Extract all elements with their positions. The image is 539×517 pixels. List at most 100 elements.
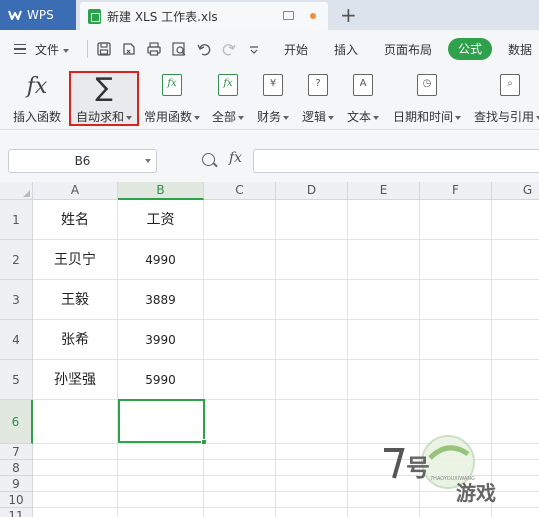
spreadsheet-grid[interactable]: A B C D E F G 1 2 3 4 5 6 7 8 9 10 11 姓名… (0, 182, 539, 517)
cell-a3[interactable]: 王毅 (33, 280, 118, 320)
cell-e2[interactable] (348, 240, 420, 280)
menu-tab-data[interactable]: 数据 (508, 41, 532, 58)
cell-c8[interactable] (204, 460, 276, 476)
cell-f1[interactable] (420, 200, 492, 240)
cell-d11[interactable] (276, 508, 348, 517)
cell-d8[interactable] (276, 460, 348, 476)
cell-d2[interactable] (276, 240, 348, 280)
chevron-down-icon[interactable] (145, 159, 151, 163)
cell-g1[interactable] (492, 200, 539, 240)
cell-c5[interactable] (204, 360, 276, 400)
zoom-icon[interactable] (202, 153, 215, 166)
save-icon[interactable] (96, 41, 112, 57)
wps-app-tab[interactable]: WPS (0, 0, 76, 30)
print-preview-icon[interactable] (171, 41, 187, 57)
column-header-f[interactable]: F (420, 182, 492, 200)
monitor-icon[interactable] (283, 11, 294, 20)
cell-a2[interactable]: 王贝宁 (33, 240, 118, 280)
text-functions-button[interactable]: A 文本 (344, 70, 382, 128)
date-time-button[interactable]: ◷ 日期和时间 (390, 70, 464, 128)
row-header-9[interactable]: 9 (0, 476, 33, 492)
cell-e5[interactable] (348, 360, 420, 400)
row-header-4[interactable]: 4 (0, 320, 33, 360)
common-functions-button[interactable]: fx 常用函数 (142, 70, 202, 128)
row-header-3[interactable]: 3 (0, 280, 33, 320)
cell-g11[interactable] (492, 508, 539, 517)
fill-handle[interactable] (201, 439, 207, 445)
column-header-d[interactable]: D (276, 182, 348, 200)
cell-c11[interactable] (204, 508, 276, 517)
cell-e4[interactable] (348, 320, 420, 360)
cell-b2[interactable]: 4990 (118, 240, 204, 280)
cell-a11[interactable] (33, 508, 118, 517)
cell-b7[interactable] (118, 444, 204, 460)
row-header-10[interactable]: 10 (0, 492, 33, 508)
row-header-7[interactable]: 7 (0, 444, 33, 460)
logic-button[interactable]: ? 逻辑 (300, 70, 336, 128)
cell-b9[interactable] (118, 476, 204, 492)
column-header-c[interactable]: C (204, 182, 276, 200)
cell-c2[interactable] (204, 240, 276, 280)
cell-a6[interactable] (33, 400, 118, 444)
all-functions-button[interactable]: fx 全部 (210, 70, 246, 128)
cell-f11[interactable] (420, 508, 492, 517)
row-header-8[interactable]: 8 (0, 460, 33, 476)
file-menu[interactable]: 文件 (35, 41, 70, 58)
cell-g5[interactable] (492, 360, 539, 400)
cell-d1[interactable] (276, 200, 348, 240)
cell-a1[interactable]: 姓名 (33, 200, 118, 240)
cell-d7[interactable] (276, 444, 348, 460)
row-header-1[interactable]: 1 (0, 200, 33, 240)
cell-a5[interactable]: 孙坚强 (33, 360, 118, 400)
cell-d9[interactable] (276, 476, 348, 492)
column-header-e[interactable]: E (348, 182, 420, 200)
finance-button[interactable]: ¥ 财务 (255, 70, 291, 128)
cell-c6[interactable] (204, 400, 276, 444)
menu-tab-page-layout[interactable]: 页面布局 (384, 41, 432, 58)
row-header-2[interactable]: 2 (0, 240, 33, 280)
cell-c9[interactable] (204, 476, 276, 492)
name-box[interactable]: B6 (8, 149, 157, 173)
cell-b4[interactable]: 3990 (118, 320, 204, 360)
cell-c3[interactable] (204, 280, 276, 320)
hamburger-menu-icon[interactable] (14, 44, 26, 54)
cell-g2[interactable] (492, 240, 539, 280)
menu-tab-insert[interactable]: 插入 (334, 41, 358, 58)
auto-sum-button[interactable]: ∑ 自动求和 (71, 70, 137, 128)
cell-e3[interactable] (348, 280, 420, 320)
cell-b10[interactable] (118, 492, 204, 508)
cell-f3[interactable] (420, 280, 492, 320)
cell-c4[interactable] (204, 320, 276, 360)
cell-d6[interactable] (276, 400, 348, 444)
cell-e11[interactable] (348, 508, 420, 517)
cell-d3[interactable] (276, 280, 348, 320)
column-header-g[interactable]: G (492, 182, 539, 200)
cell-f2[interactable] (420, 240, 492, 280)
selected-cell-b6[interactable] (118, 399, 207, 445)
column-header-b[interactable]: B (118, 182, 204, 200)
cell-a7[interactable] (33, 444, 118, 460)
lookup-reference-button[interactable]: ⌕ 查找与引用 (472, 70, 539, 128)
cell-b8[interactable] (118, 460, 204, 476)
column-header-a[interactable]: A (33, 182, 118, 200)
print-icon[interactable] (146, 41, 162, 57)
row-header-11[interactable]: 11 (0, 508, 33, 517)
cell-b1[interactable]: 工资 (118, 200, 204, 240)
menu-tab-home[interactable]: 开始 (284, 41, 308, 58)
insert-function-button[interactable]: fx 插入函数 (8, 70, 66, 128)
cell-f5[interactable] (420, 360, 492, 400)
cell-c10[interactable] (204, 492, 276, 508)
cell-a9[interactable] (33, 476, 118, 492)
undo-icon[interactable] (196, 41, 212, 57)
cell-b5[interactable]: 5990 (118, 360, 204, 400)
cell-c7[interactable] (204, 444, 276, 460)
cell-a10[interactable] (33, 492, 118, 508)
cell-a8[interactable] (33, 460, 118, 476)
cell-d5[interactable] (276, 360, 348, 400)
cell-a4[interactable]: 张希 (33, 320, 118, 360)
cell-e1[interactable] (348, 200, 420, 240)
cell-g3[interactable] (492, 280, 539, 320)
document-tab[interactable]: 新建 XLS 工作表.xls (80, 2, 328, 30)
export-pdf-icon[interactable] (121, 41, 137, 57)
formula-input[interactable] (253, 149, 539, 173)
